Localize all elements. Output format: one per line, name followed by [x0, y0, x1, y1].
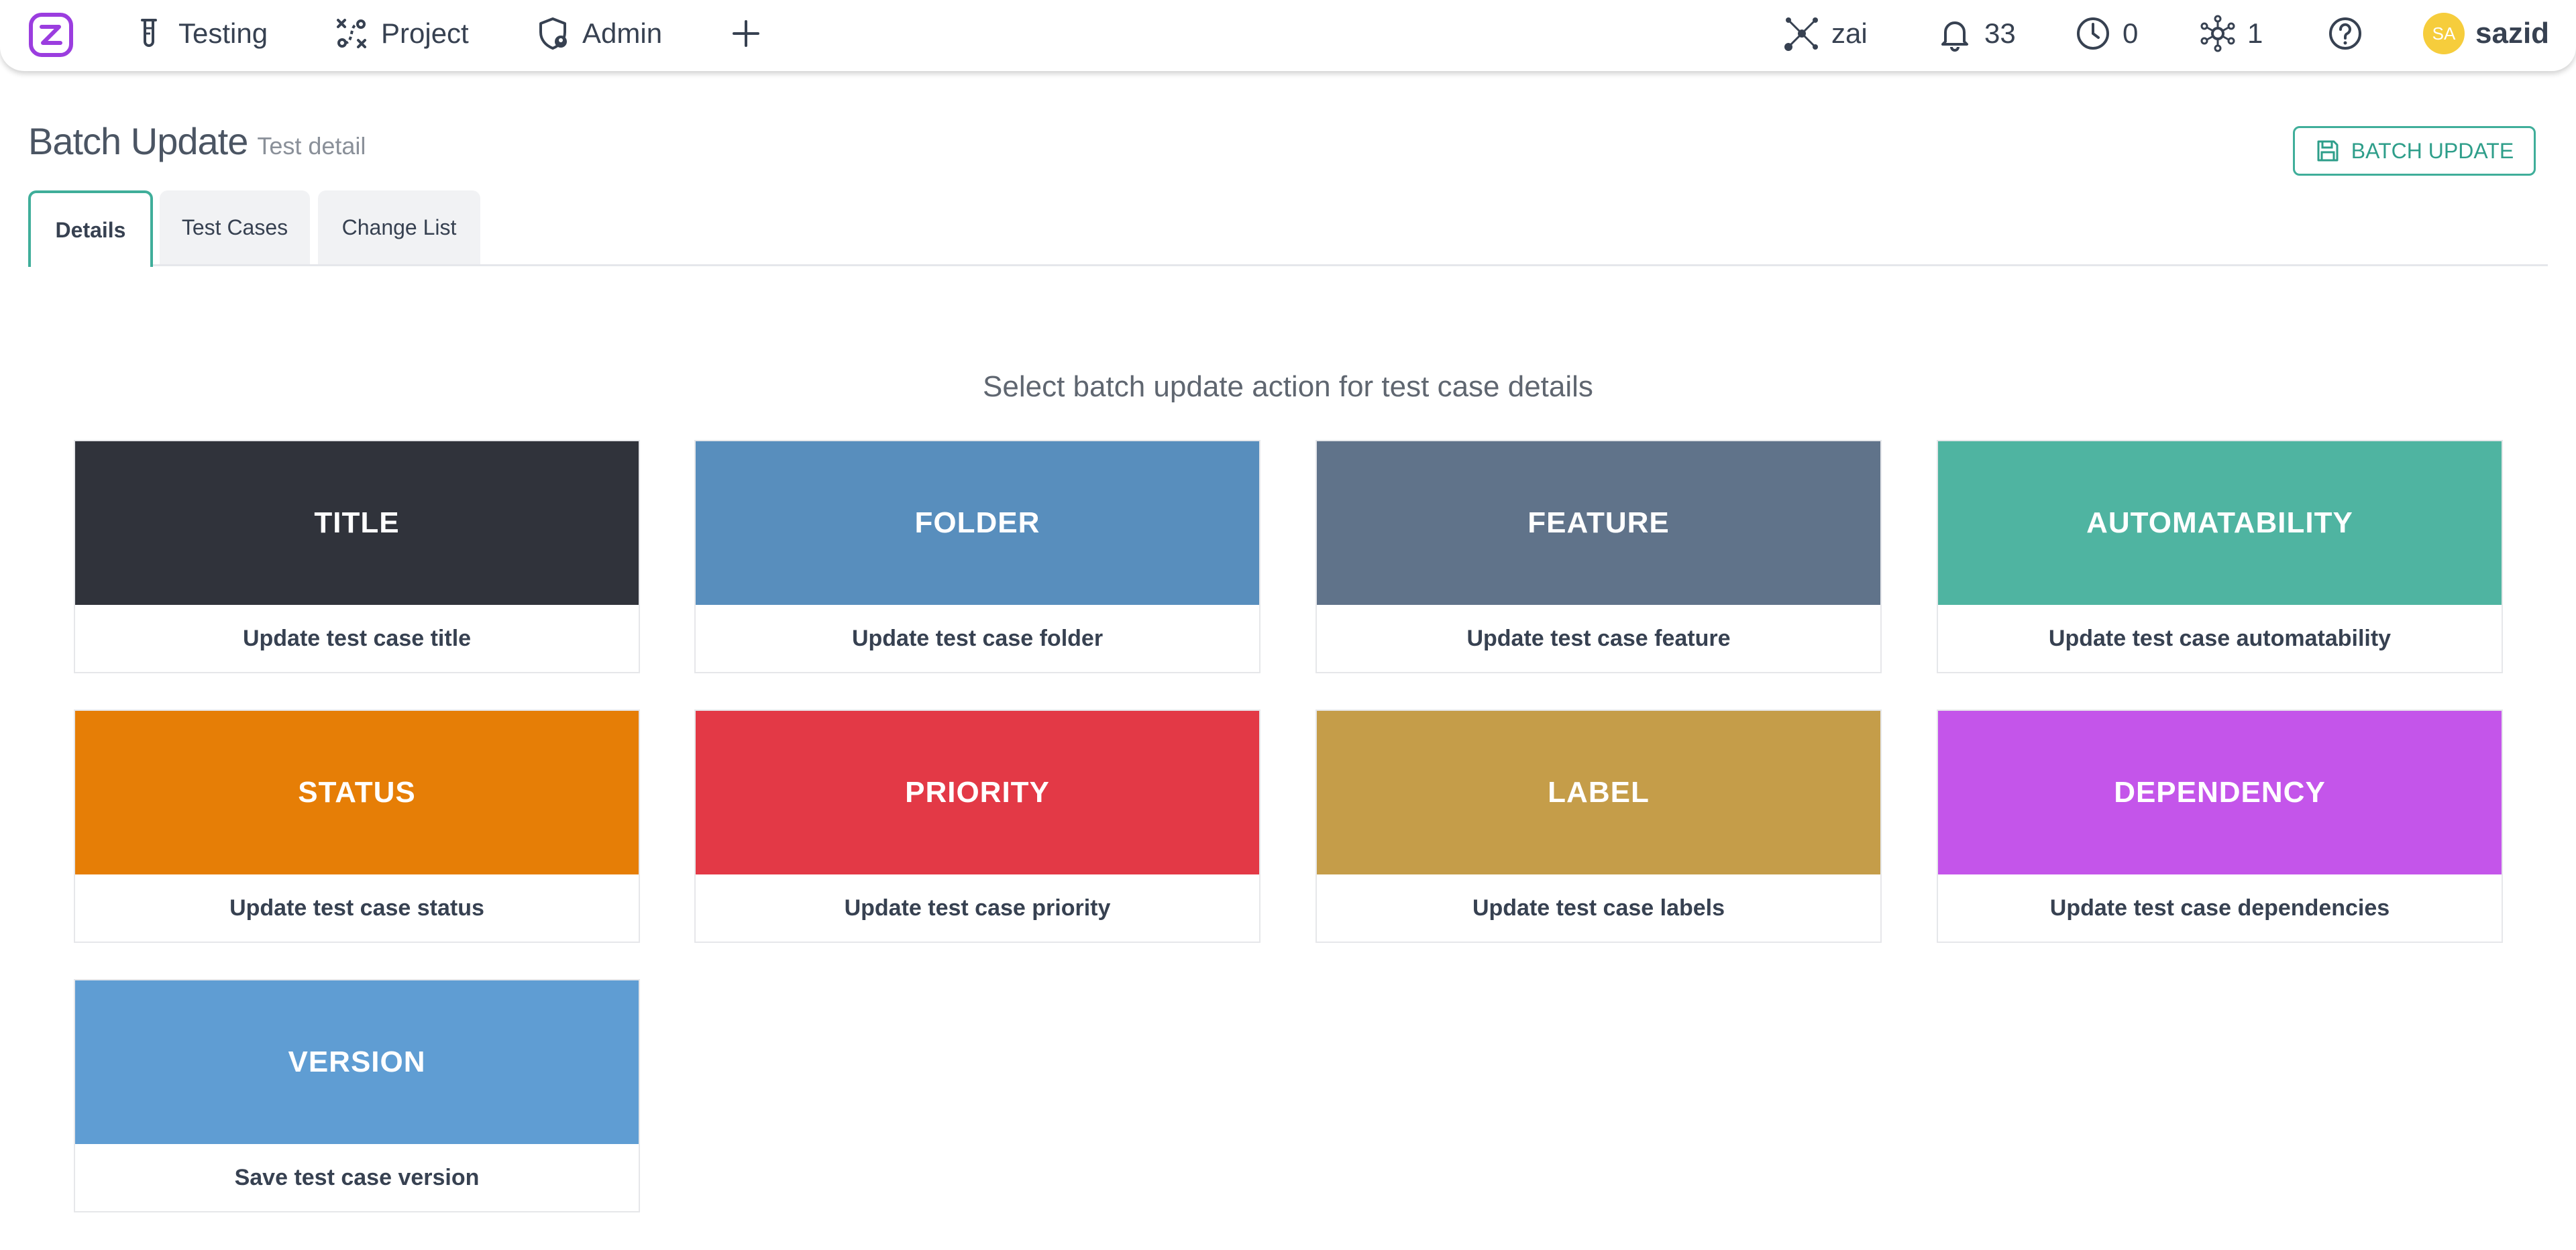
page-title: Batch Update Test detail [28, 119, 366, 163]
card-description: Update test case priority [844, 895, 1111, 921]
page-subtitle: Test detail [257, 132, 366, 160]
avatar: SA [2423, 13, 2465, 54]
card-banner: STATUS [75, 711, 639, 874]
card-label[interactable]: LABEL Update test case labels [1316, 709, 1882, 943]
user-menu[interactable]: SA sazid [2423, 0, 2549, 67]
card-description: Update test case labels [1472, 895, 1725, 921]
notifications-button[interactable]: 33 [1936, 0, 2016, 67]
route-icon [337, 19, 366, 48]
nav-admin-label: Admin [582, 17, 663, 49]
bell-icon [1941, 21, 1968, 52]
zai-menu[interactable]: zai [1783, 0, 1868, 67]
plus-icon [733, 20, 759, 47]
card-banner: LABEL [1317, 711, 1880, 874]
user-name: sazid [2475, 17, 2550, 50]
page-title-main: Batch Update [28, 120, 248, 162]
nav-project-label: Project [381, 17, 469, 49]
tab-details-label: Details [55, 217, 126, 242]
card-dependency[interactable]: DEPENDENCY Update test case dependencies [1937, 709, 2503, 943]
card-automatability[interactable]: AUTOMATABILITY Update test case automata… [1937, 440, 2503, 673]
nav-testing-label: Testing [178, 17, 268, 49]
recent-activity-button[interactable]: 0 [2074, 0, 2138, 67]
batch-update-button[interactable]: BATCH UPDATE [2293, 126, 2536, 176]
nav-admin[interactable]: Admin [535, 0, 662, 67]
test-tube-icon [141, 19, 157, 47]
card-title[interactable]: TITLE Update test case title [74, 440, 640, 673]
card-description: Update test case automatability [2048, 625, 2392, 651]
shield-icon [539, 17, 567, 50]
clock-icon [2077, 17, 2109, 50]
card-banner: AUTOMATABILITY [1938, 441, 2502, 605]
nav-project[interactable]: Project [334, 0, 469, 67]
card-banner: VERSION [75, 980, 639, 1144]
tab-test-cases-label: Test Cases [181, 215, 288, 239]
card-banner: FEATURE [1317, 441, 1880, 605]
zai-label: zai [1831, 17, 1868, 49]
help-button[interactable] [2326, 0, 2364, 67]
app-logo-icon[interactable] [28, 12, 74, 58]
card-banner: FOLDER [696, 441, 1259, 605]
card-description: Update test case status [229, 895, 484, 921]
help-icon [2329, 17, 2361, 50]
tabs-divider [28, 264, 2548, 266]
network-count: 1 [2247, 17, 2263, 49]
network-nodes-icon [1784, 17, 1818, 51]
tab-change-list[interactable]: Change List [318, 190, 480, 264]
tab-test-cases[interactable]: Test Cases [160, 190, 310, 264]
card-version[interactable]: VERSION Save test case version [74, 979, 640, 1212]
integrations-button[interactable]: 1 [2199, 0, 2263, 67]
instruction-text: Select batch update action for test case… [983, 370, 1593, 403]
tab-details[interactable]: Details [28, 190, 153, 267]
batch-update-button-label: BATCH UPDATE [2351, 138, 2514, 163]
card-status[interactable]: STATUS Update test case status [74, 709, 640, 943]
card-banner: PRIORITY [696, 711, 1259, 874]
card-description: Update test case dependencies [2049, 895, 2390, 921]
hub-icon [2200, 15, 2235, 52]
card-description: Update test case title [242, 625, 472, 651]
card-banner: TITLE [75, 441, 639, 605]
add-button[interactable] [729, 0, 763, 67]
notifications-count: 33 [1984, 17, 2016, 49]
top-navigation-bar: Testing Project Admin zai 33 0 1 SA sazi… [0, 0, 2576, 71]
nav-testing[interactable]: Testing [131, 0, 268, 67]
clock-count: 0 [2123, 17, 2139, 49]
card-description: Save test case version [234, 1164, 480, 1190]
card-banner: DEPENDENCY [1938, 711, 2502, 874]
card-priority[interactable]: PRIORITY Update test case priority [694, 709, 1260, 943]
tab-change-list-label: Change List [341, 215, 457, 239]
card-folder[interactable]: FOLDER Update test case folder [694, 440, 1260, 673]
save-icon [2317, 140, 2339, 162]
card-description: Update test case feature [1466, 625, 1731, 651]
card-feature[interactable]: FEATURE Update test case feature [1316, 440, 1882, 673]
card-description: Update test case folder [851, 625, 1104, 651]
